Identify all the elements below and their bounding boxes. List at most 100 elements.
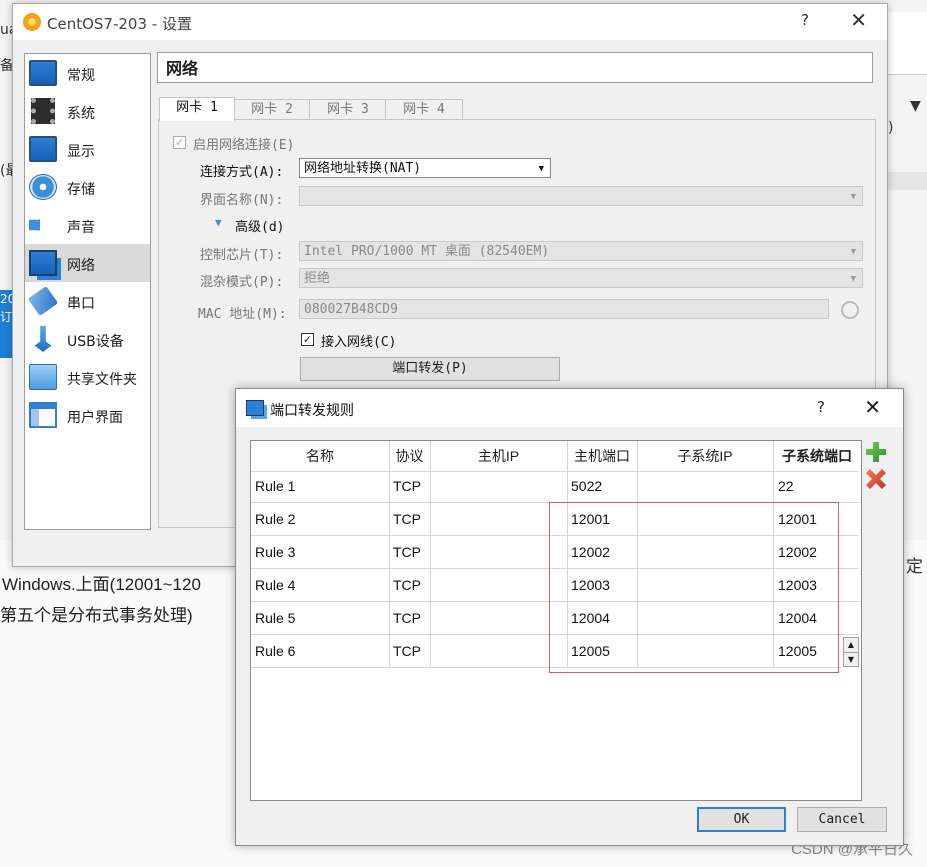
settings-titlebar[interactable]: CentOS7-203 - 设置 ? ✕ (13, 4, 887, 40)
column-header-host-port[interactable]: 主机端口 (567, 441, 637, 471)
audio-icon (29, 212, 52, 238)
tab-adapter-4[interactable]: 网卡 4 (385, 99, 463, 120)
sidebar-item-label: 显示 (67, 144, 95, 160)
virtualbox-icon (23, 13, 41, 31)
advanced-label[interactable]: 高级(d) (235, 216, 284, 235)
tab-adapter-3[interactable]: 网卡 3 (309, 99, 387, 120)
rule-name: Rule 2 (255, 511, 296, 527)
rule-name: Rule 5 (255, 610, 296, 626)
sidebar-item-display[interactable]: 显示 (25, 130, 150, 168)
sidebar-item-shared-folders[interactable]: 共享文件夹 (25, 358, 150, 396)
background-blue-badge: 20 订 (0, 290, 15, 358)
remove-rule-icon[interactable] (866, 469, 886, 489)
system-icon (31, 98, 55, 124)
chevron-down-icon: ▼ (850, 192, 856, 202)
port-forwarding-titlebar[interactable]: 端口转发规则 ? ✕ (236, 389, 903, 427)
sidebar-item-system[interactable]: 系统 (25, 92, 150, 130)
help-button[interactable]: ? (801, 11, 809, 29)
background-fragment: 定 (906, 557, 923, 577)
shared-folder-icon (29, 364, 57, 390)
background-fragment: ) (888, 120, 894, 136)
refresh-mac-icon[interactable] (841, 301, 859, 319)
network-icon (246, 400, 264, 416)
sidebar-item-user-interface[interactable]: 用户界面 (25, 396, 150, 434)
column-header-name[interactable]: 名称 (251, 441, 389, 471)
advanced-expander-icon[interactable]: ▼ (215, 216, 222, 229)
port-forwarding-dialog: 端口转发规则 ? ✕ 名称 协议 主机IP 主机端口 子系统IP 子系统端口 R… (235, 388, 904, 846)
rule-protocol: TCP (393, 478, 421, 494)
sidebar-item-general[interactable]: 常规 (25, 54, 150, 92)
add-rule-icon[interactable] (866, 442, 886, 462)
sidebar-item-storage[interactable]: 存储 (25, 168, 150, 206)
sidebar-item-audio[interactable]: 声音 (25, 206, 150, 244)
adapter-type-value: Intel PRO/1000 MT 桌面 (82540EM) (304, 244, 550, 259)
rule-guest-port: 22 (778, 478, 794, 494)
sidebar-item-network[interactable]: 网络 (25, 244, 150, 282)
help-button[interactable]: ? (817, 398, 825, 416)
column-header-guest-port[interactable]: 子系统端口 (773, 441, 861, 471)
general-icon (29, 60, 57, 86)
rule-protocol: TCP (393, 610, 421, 626)
sidebar-item-label: 网络 (67, 258, 95, 274)
usb-icon (34, 326, 52, 352)
background-right-bar (887, 172, 927, 190)
rule-protocol: TCP (393, 643, 421, 659)
close-button[interactable]: ✕ (864, 395, 881, 419)
serial-port-icon (27, 286, 59, 316)
promiscuous-mode-label: 混杂模式(P): (200, 275, 284, 290)
spinner-up-icon[interactable]: ▲ (844, 638, 858, 653)
rule-name: Rule 3 (255, 544, 296, 560)
chevron-down-icon: ▼ (850, 274, 856, 284)
adapter-type-select[interactable]: Intel PRO/1000 MT 桌面 (82540EM) ▼ (299, 241, 863, 261)
promiscuous-mode-select[interactable]: 拒绝 ▼ (299, 268, 863, 288)
column-header-protocol[interactable]: 协议 (389, 441, 430, 471)
cable-connected-checkbox[interactable]: ✓ (301, 333, 314, 346)
display-icon (29, 136, 57, 162)
mac-address-input[interactable]: 080027B48CD9 (299, 299, 829, 319)
close-button[interactable]: ✕ (850, 8, 867, 32)
tab-adapter-1[interactable]: 网卡 1 (159, 97, 235, 121)
rule-name: Rule 6 (255, 643, 296, 659)
rule-name: Rule 1 (255, 478, 296, 494)
chevron-down-icon: ▼ (850, 247, 856, 257)
grid-line (251, 471, 859, 472)
sidebar-item-label: USB设备 (67, 334, 124, 350)
sidebar-item-serial-port[interactable]: 串口 (25, 282, 150, 320)
sidebar-item-label: 存储 (67, 182, 95, 198)
port-forwarding-button[interactable]: 端口转发(P) (300, 357, 560, 381)
promiscuous-mode-value: 拒绝 (304, 271, 331, 286)
sidebar-item-label: 声音 (67, 220, 95, 236)
attached-to-select[interactable]: 网络地址转换(NAT) ▼ (299, 158, 551, 178)
sidebar-item-label: 串口 (67, 296, 95, 312)
attached-to-value: 网络地址转换(NAT) (304, 161, 422, 176)
column-header-guest-ip[interactable]: 子系统IP (637, 441, 773, 471)
name-select[interactable]: ▼ (299, 186, 863, 206)
mac-address-value: 080027B48CD9 (304, 302, 398, 317)
ok-button[interactable]: OK (697, 807, 786, 832)
rule-protocol: TCP (393, 511, 421, 527)
sidebar-item-usb[interactable]: USB设备 (25, 320, 150, 358)
mac-address-label: MAC 地址(M): (198, 307, 287, 322)
settings-title: CentOS7-203 - 设置 (47, 15, 192, 33)
cell-spinner[interactable]: ▲ ▼ (843, 637, 859, 667)
highlight-box (549, 502, 839, 673)
column-header-host-ip[interactable]: 主机IP (430, 441, 567, 471)
enable-adapter-checkbox[interactable]: ✓ (173, 136, 186, 149)
tab-adapter-2[interactable]: 网卡 2 (233, 99, 311, 120)
rule-protocol: TCP (393, 544, 421, 560)
settings-sidebar: 常规 系统 显示 存储 声音 网络 串口 USB设备 共享文件夹 用户界面 (24, 53, 151, 530)
rule-name: Rule 4 (255, 577, 296, 593)
background-fragment: ▼ (910, 98, 921, 114)
rules-table: 名称 协议 主机IP 主机端口 子系统IP 子系统端口 Rule 1 TCP 5… (250, 440, 862, 801)
background-right-panel (887, 12, 927, 75)
enable-adapter-label: 启用网络连接(E) (193, 138, 295, 153)
spinner-down-icon[interactable]: ▼ (844, 653, 858, 667)
sidebar-item-label: 常规 (67, 68, 95, 84)
storage-icon (29, 174, 57, 200)
chevron-down-icon: ▼ (538, 164, 544, 174)
rule-host-port: 5022 (571, 478, 603, 494)
port-forwarding-title: 端口转发规则 (270, 403, 354, 419)
article-line-2: 第五个是分布式事务处理) (0, 606, 193, 625)
cancel-button[interactable]: Cancel (797, 807, 887, 832)
adapter-type-label: 控制芯片(T): (200, 248, 284, 263)
